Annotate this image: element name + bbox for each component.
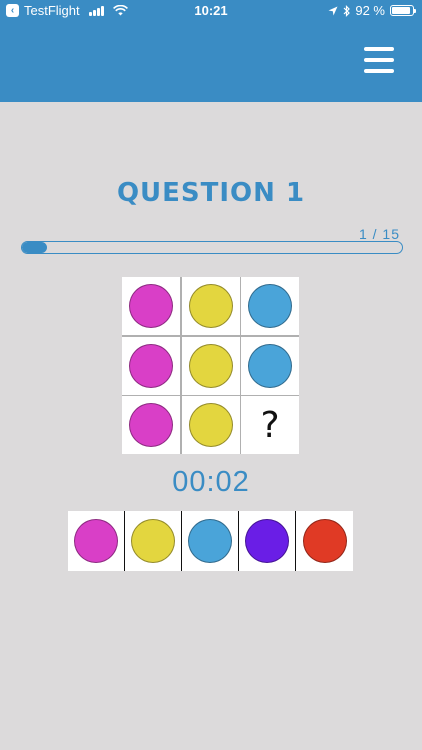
circle-icon [248, 284, 292, 328]
circle-icon [131, 519, 175, 563]
grid-cell [122, 396, 180, 454]
battery-icon [390, 5, 416, 16]
grid-cell [241, 277, 299, 335]
grid-cell [181, 336, 240, 395]
answer-option-button[interactable] [182, 511, 239, 571]
status-bar: ‹ TestFlight 10:21 92 % [0, 0, 422, 22]
question-title: QUESTION 1 [116, 178, 306, 208]
circle-icon [188, 403, 233, 447]
missing-piece-question-mark: ? [260, 404, 280, 446]
progress-count: 1 / 15 [358, 226, 400, 242]
battery-level [392, 7, 411, 14]
circle-icon [245, 519, 289, 563]
app-header: ‹ TestFlight 10:21 92 % [0, 0, 422, 102]
grid-cell [181, 277, 240, 335]
progress-bar-fill [22, 242, 48, 253]
circle-icon [302, 519, 347, 563]
circle-icon [188, 519, 232, 563]
progress-bar [21, 241, 403, 254]
grid-cell [122, 277, 180, 335]
answer-option-button[interactable] [68, 511, 125, 571]
grid-cell: ? [241, 396, 299, 454]
puzzle-grid: ? [122, 277, 299, 454]
answer-options [68, 511, 353, 571]
circle-icon [248, 343, 292, 388]
bluetooth-icon [343, 4, 351, 17]
location-arrow-icon [328, 6, 338, 15]
menu-button[interactable] [364, 47, 394, 73]
answer-option-button[interactable] [296, 511, 353, 571]
grid-cell [122, 336, 180, 395]
answer-option-button[interactable] [239, 511, 296, 571]
battery-percent: 92 % [355, 3, 385, 18]
grid-cell [181, 396, 240, 454]
status-right: 92 % [328, 3, 416, 18]
grid-cell [241, 336, 299, 395]
circle-icon [188, 343, 233, 388]
circle-icon [74, 519, 118, 563]
answer-option-button[interactable] [125, 511, 182, 571]
circle-icon [129, 403, 173, 447]
circle-icon [129, 343, 173, 388]
timer: 00:02 [172, 466, 250, 498]
circle-icon [129, 284, 173, 328]
circle-icon [188, 284, 233, 328]
